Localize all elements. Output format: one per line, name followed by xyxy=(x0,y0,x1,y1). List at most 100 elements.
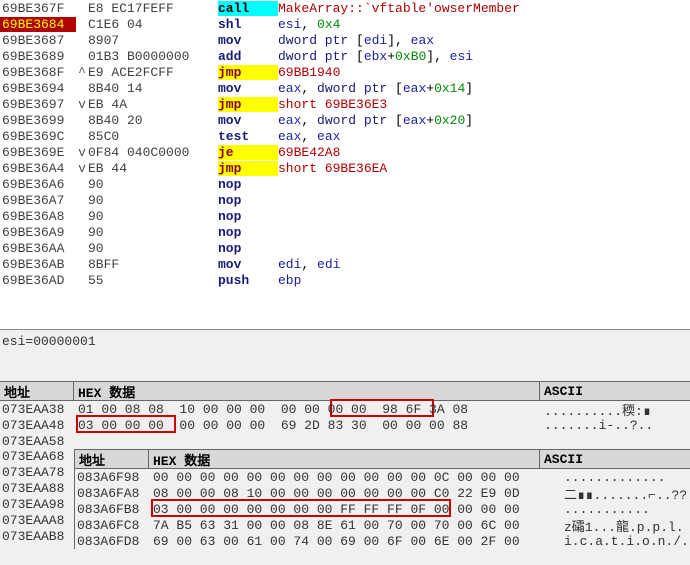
dump-address: 083A6FC8 xyxy=(75,518,149,533)
disasm-row[interactable]: 69BE3689 01B3 B0000000adddword ptr [ebx+… xyxy=(0,48,690,64)
disasm-row[interactable]: 69BE36A6 90nop xyxy=(0,176,690,192)
dump-hex: 7A B5 63 31 00 00 08 8E 61 00 70 00 70 0… xyxy=(149,518,560,533)
jump-arrow: v xyxy=(76,97,88,112)
bytes: 55 xyxy=(88,273,218,288)
jump-arrow xyxy=(76,241,88,256)
operands: ebp xyxy=(278,273,690,288)
address: 69BE3697 xyxy=(0,97,76,112)
disasm-row[interactable]: 69BE36AA 90nop xyxy=(0,240,690,256)
address: 69BE36AA xyxy=(0,241,76,256)
mnemonic: je xyxy=(218,145,278,160)
disassembly-pane[interactable]: 69BE367F E8 EC17FEFFcallMakeArray::`vfta… xyxy=(0,0,690,330)
disasm-row[interactable]: 69BE3697vEB 4Ajmpshort 69BE36E3 xyxy=(0,96,690,112)
mnemonic: mov xyxy=(218,81,278,96)
operands: 69BE42A8 xyxy=(278,145,690,160)
dump-row[interactable]: 083A6FD869 00 63 00 61 00 74 00 69 00 6F… xyxy=(75,533,690,549)
disasm-row[interactable]: 69BE368F^E9 ACE2FCFFjmp69BB1940 xyxy=(0,64,690,80)
bytes: 90 xyxy=(88,193,218,208)
hex-dump-outer[interactable]: 地址 HEX 数据 ASCII 073EAA3801 00 08 08 10 0… xyxy=(0,381,690,565)
col-address: 地址 xyxy=(0,382,74,401)
address: 69BE3684 xyxy=(0,17,76,32)
disasm-row[interactable]: 69BE36AB 8BFFmovedi, edi xyxy=(0,256,690,272)
address: 69BE36A6 xyxy=(0,177,76,192)
disasm-row[interactable]: 69BE369Ev0F84 040C0000je69BE42A8 xyxy=(0,144,690,160)
disasm-row[interactable]: 69BE3687 8907movdword ptr [edi], eax xyxy=(0,32,690,48)
address: 69BE36A9 xyxy=(0,225,76,240)
jump-arrow xyxy=(76,129,88,144)
dump-row[interactable]: 083A6FA808 00 00 08 10 00 00 00 00 00 00… xyxy=(75,485,690,501)
mnemonic: nop xyxy=(218,225,278,240)
dump-row[interactable]: 073EAA3801 00 08 08 10 00 00 00 00 00 00… xyxy=(0,401,690,417)
dump-ascii: z礵1...龍.p.p.l. xyxy=(560,516,690,535)
mnemonic: mov xyxy=(218,113,278,128)
disasm-row[interactable]: 69BE3684 C1E6 04shlesi, 0x4 xyxy=(0,16,690,32)
disasm-row[interactable]: 69BE36AD 55pushebp xyxy=(0,272,690,288)
address: 69BE36AB xyxy=(0,257,76,272)
jump-arrow xyxy=(76,1,88,16)
disasm-row[interactable]: 69BE36A7 90nop xyxy=(0,192,690,208)
disasm-row[interactable]: 69BE3699 8B40 20moveax, dword ptr [eax+0… xyxy=(0,112,690,128)
jump-arrow xyxy=(76,33,88,48)
bytes: 8907 xyxy=(88,33,218,48)
outer-address: 073EAA98 xyxy=(2,497,64,513)
dump-row[interactable]: 083A6FC87A B5 63 31 00 00 08 8E 61 00 70… xyxy=(75,517,690,533)
bytes: 0F84 040C0000 xyxy=(88,145,218,160)
address: 69BE368F xyxy=(0,65,76,80)
operands: eax, dword ptr [eax+0x14] xyxy=(278,81,690,96)
operands: short 69BE36E3 xyxy=(278,97,690,112)
dump-ascii: ..........稬:∎ xyxy=(540,400,690,419)
dump-hex: 08 00 00 08 10 00 00 00 00 00 00 00 C0 2… xyxy=(149,486,560,501)
bytes: 01B3 B0000000 xyxy=(88,49,218,64)
disasm-row[interactable]: 69BE36A9 90nop xyxy=(0,224,690,240)
address: 69BE369C xyxy=(0,129,76,144)
dump-hex: 69 00 63 00 61 00 74 00 69 00 6F 00 6E 0… xyxy=(149,534,560,549)
jump-arrow xyxy=(76,177,88,192)
dump-header-inner: 地址 HEX 数据 ASCII xyxy=(75,449,690,469)
address: 69BE36A4 xyxy=(0,161,76,176)
dump-row[interactable]: 073EAA4803 00 00 00 00 00 00 00 69 2D 83… xyxy=(0,417,690,433)
operands: eax, eax xyxy=(278,129,690,144)
col-address: 地址 xyxy=(75,450,149,469)
col-ascii: ASCII xyxy=(540,452,690,467)
operands: eax, dword ptr [eax+0x20] xyxy=(278,113,690,128)
address: 69BE36A7 xyxy=(0,193,76,208)
outer-address: 073EAA68 xyxy=(2,449,64,465)
disasm-row[interactable]: 69BE369C 85C0testeax, eax xyxy=(0,128,690,144)
jump-arrow xyxy=(76,257,88,272)
disasm-row[interactable]: 69BE36A4vEB 44jmpshort 69BE36EA xyxy=(0,160,690,176)
disasm-row[interactable]: 69BE36A8 90nop xyxy=(0,208,690,224)
jump-arrow xyxy=(76,273,88,288)
bytes: 90 xyxy=(88,225,218,240)
bytes: 90 xyxy=(88,209,218,224)
bytes: 8BFF xyxy=(88,257,218,272)
mnemonic: mov xyxy=(218,257,278,272)
disasm-row[interactable]: 69BE367F E8 EC17FEFFcallMakeArray::`vfta… xyxy=(0,0,690,16)
operands: dword ptr [edi], eax xyxy=(278,33,690,48)
dump-row[interactable]: 073EAA58 xyxy=(0,433,690,449)
address: 69BE3699 xyxy=(0,113,76,128)
address: 69BE36AD xyxy=(0,273,76,288)
dump-hex: 00 00 00 00 00 00 00 00 00 00 00 00 0C 0… xyxy=(149,470,560,485)
mnemonic: nop xyxy=(218,209,278,224)
bytes: EB 4A xyxy=(88,97,218,112)
address: 69BE3687 xyxy=(0,33,76,48)
bytes: 90 xyxy=(88,241,218,256)
mnemonic: shl xyxy=(218,17,278,32)
dump-address: 073EAA58 xyxy=(0,434,74,449)
dump-ascii: .......i-..?.. xyxy=(540,418,690,433)
operands: esi, 0x4 xyxy=(278,17,690,32)
hex-dump-inner[interactable]: 地址 HEX 数据 ASCII 083A6F9800 00 00 00 00 0… xyxy=(74,449,690,549)
col-hex: HEX 数据 xyxy=(149,450,540,469)
bytes: C1E6 04 xyxy=(88,17,218,32)
operands: 69BB1940 xyxy=(278,65,690,80)
bytes: 90 xyxy=(88,177,218,192)
disasm-row[interactable]: 69BE3694 8B40 14moveax, dword ptr [eax+0… xyxy=(0,80,690,96)
jump-arrow: ^ xyxy=(76,65,88,80)
jump-arrow xyxy=(76,225,88,240)
dump-address: 083A6FB8 xyxy=(75,502,149,517)
dump-hex: 01 00 08 08 10 00 00 00 00 00 00 00 98 6… xyxy=(74,402,540,417)
dump-address: 073EAA38 xyxy=(0,402,74,417)
address: 69BE367F xyxy=(0,1,76,16)
mnemonic: call xyxy=(218,1,278,16)
address: 69BE36A8 xyxy=(0,209,76,224)
